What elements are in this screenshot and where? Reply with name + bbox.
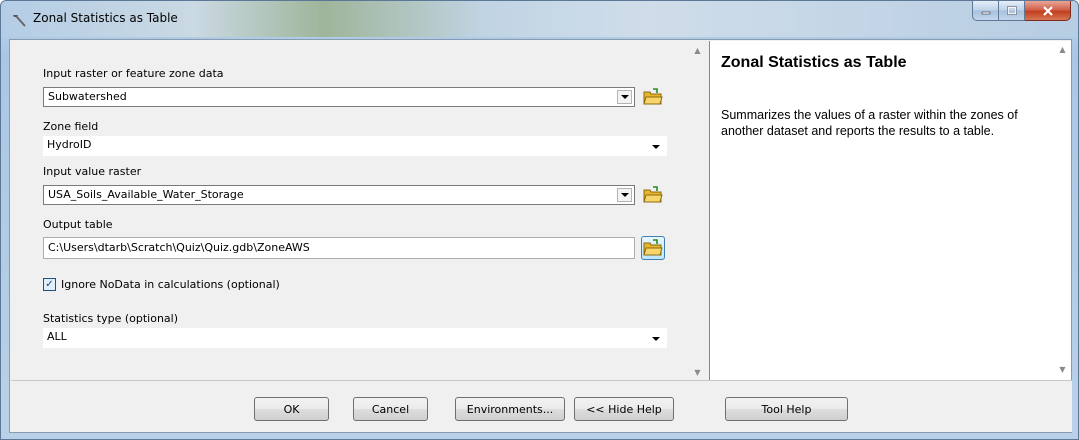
ok-button[interactable]: OK [254, 397, 329, 421]
title-bar[interactable]: Zonal Statistics as Table [1, 1, 1078, 37]
output-table-value: C:\Users\dtarb\Scratch\Quiz\Quiz.gdb\Zon… [48, 241, 310, 254]
ignore-nodata-checkbox[interactable]: ✓ [43, 278, 56, 291]
value-raster-value: USA_Soils_Available_Water_Storage [48, 188, 244, 201]
scroll-up-icon[interactable]: ▲ [689, 42, 706, 59]
zone-field-label: Zone field [43, 120, 99, 133]
statistics-type-label: Statistics type (optional) [43, 312, 179, 325]
open-folder-icon [643, 186, 663, 203]
cancel-button[interactable]: Cancel [353, 397, 428, 421]
dialog-window: Zonal Statistics as Table Input raster o… [0, 0, 1079, 440]
dialog-client: Input raster or feature zone data Subwat… [9, 39, 1072, 433]
button-bar: OK Cancel Environments... << Hide Help T… [11, 380, 1072, 432]
statistics-type-value: ALL [47, 330, 67, 343]
zone-field-value: HydroID [47, 138, 92, 151]
hammer-icon [11, 12, 27, 28]
help-description: Summarizes the values of a raster within… [721, 108, 1018, 138]
chevron-down-icon[interactable] [617, 90, 632, 104]
scroll-down-icon[interactable]: ▼ [689, 364, 706, 381]
output-table-field[interactable]: C:\Users\dtarb\Scratch\Quiz\Quiz.gdb\Zon… [43, 237, 635, 259]
help-scrollbar[interactable]: ▲ ▼ [1054, 41, 1071, 378]
input-zone-browse-button[interactable] [641, 85, 665, 109]
parameters-pane: Input raster or feature zone data Subwat… [11, 41, 706, 381]
scroll-down-icon[interactable]: ▼ [1054, 361, 1071, 378]
help-title: Zonal Statistics as Table [721, 54, 907, 71]
ignore-nodata-label: Ignore NoData in calculations (optional) [61, 278, 280, 291]
scroll-up-icon[interactable]: ▲ [1054, 41, 1071, 58]
close-button[interactable] [1025, 1, 1071, 21]
open-folder-icon [643, 88, 663, 105]
value-raster-browse-button[interactable] [641, 183, 665, 207]
caption-buttons [972, 1, 1071, 23]
tool-help-button[interactable]: Tool Help [725, 397, 848, 421]
minimize-icon [981, 11, 990, 14]
maximize-button[interactable] [999, 1, 1025, 21]
output-table-browse-button[interactable] [641, 236, 665, 260]
chevron-down-icon[interactable] [617, 188, 632, 202]
value-raster-label: Input value raster [43, 165, 142, 178]
minimize-button[interactable] [972, 1, 999, 21]
open-folder-icon [643, 239, 663, 256]
input-zone-label: Input raster or feature zone data [43, 67, 224, 80]
input-zone-combobox[interactable]: Subwatershed [43, 87, 635, 107]
input-zone-value: Subwatershed [48, 90, 127, 103]
help-pane: Zonal Statistics as Table Summarizes the… [709, 41, 1071, 380]
window-title: Zonal Statistics as Table [33, 11, 178, 25]
statistics-type-combobox[interactable]: ALL [43, 328, 667, 348]
chevron-down-icon[interactable] [648, 332, 663, 346]
close-icon [1042, 5, 1053, 16]
parameters-scrollbar[interactable]: ▲ ▼ [689, 42, 706, 381]
hide-help-button[interactable]: << Hide Help [574, 397, 674, 421]
chevron-down-icon[interactable] [648, 140, 663, 154]
value-raster-combobox[interactable]: USA_Soils_Available_Water_Storage [43, 185, 635, 205]
zone-field-combobox[interactable]: HydroID [43, 136, 667, 156]
maximize-icon [1006, 5, 1017, 15]
output-table-label: Output table [43, 218, 113, 231]
environments-button[interactable]: Environments... [455, 397, 565, 421]
